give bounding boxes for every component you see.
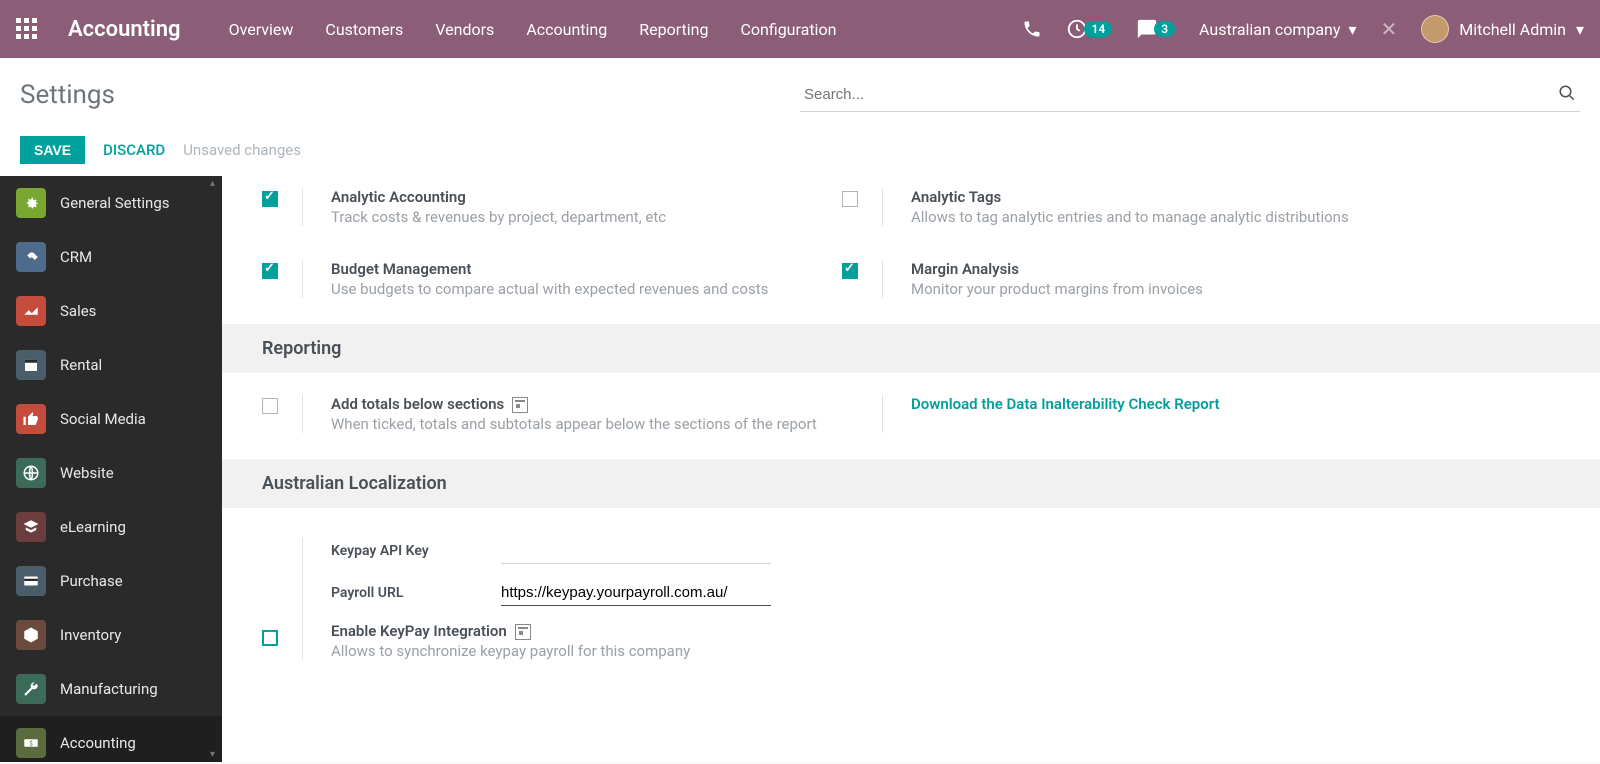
sidebar-item-website[interactable]: Website bbox=[0, 446, 222, 500]
sidebar-item-label: Purchase bbox=[60, 572, 123, 590]
settings-sidebar[interactable]: ▴ ▾ General Settings CRM Sales Rental Social… bbox=[0, 176, 222, 762]
sidebar-item-label: General Settings bbox=[60, 194, 170, 212]
scroll-down-icon[interactable]: ▾ bbox=[210, 749, 220, 760]
checkbox-totals-below[interactable] bbox=[262, 398, 278, 414]
building-icon bbox=[515, 624, 531, 640]
checkbox-budget-management[interactable] bbox=[262, 263, 278, 279]
thumb-icon bbox=[16, 404, 46, 434]
checkbox-margin-analysis[interactable] bbox=[842, 263, 858, 279]
box-icon bbox=[16, 620, 46, 650]
messages-badge: 3 bbox=[1154, 21, 1175, 37]
sidebar-item-elearning[interactable]: eLearning bbox=[0, 500, 222, 554]
setting-label: Budget Management bbox=[331, 260, 768, 278]
sidebar-item-general-settings[interactable]: General Settings bbox=[0, 176, 222, 230]
debug-icon[interactable]: ✕ bbox=[1380, 17, 1397, 41]
sidebar-item-label: eLearning bbox=[60, 518, 126, 536]
sidebar-item-social-media[interactable]: Social Media bbox=[0, 392, 222, 446]
section-au-localization: Australian Localization bbox=[222, 459, 1600, 508]
sidebar-item-crm[interactable]: CRM bbox=[0, 230, 222, 284]
user-menu[interactable]: Mitchell Admin ▾ bbox=[1421, 15, 1584, 43]
setting-desc: Monitor your product margins from invoic… bbox=[911, 280, 1203, 298]
sidebar-item-label: Rental bbox=[60, 356, 102, 374]
activities-badge: 14 bbox=[1084, 21, 1112, 37]
nav-customers[interactable]: Customers bbox=[325, 20, 403, 39]
setting-label: Margin Analysis bbox=[911, 260, 1203, 278]
money-icon: $ bbox=[16, 728, 46, 758]
handshake-icon bbox=[16, 242, 46, 272]
phone-icon[interactable] bbox=[1022, 19, 1042, 39]
globe-icon bbox=[16, 458, 46, 488]
setting-label: Analytic Accounting bbox=[331, 188, 666, 206]
save-button[interactable]: SAVE bbox=[20, 136, 85, 164]
page-title: Settings bbox=[20, 80, 115, 110]
top-nav: Overview Customers Vendors Accounting Re… bbox=[229, 20, 837, 39]
nav-reporting[interactable]: Reporting bbox=[639, 20, 708, 39]
scroll-up-icon[interactable]: ▴ bbox=[210, 178, 220, 189]
search-icon[interactable] bbox=[1558, 84, 1576, 102]
sidebar-item-label: Sales bbox=[60, 302, 96, 320]
activities-icon[interactable]: 14 bbox=[1066, 18, 1112, 40]
sidebar-item-manufacturing[interactable]: Manufacturing bbox=[0, 662, 222, 716]
api-key-label: Keypay API Key bbox=[331, 543, 481, 559]
nav-overview[interactable]: Overview bbox=[229, 20, 294, 39]
chart-icon bbox=[16, 296, 46, 326]
cap-icon bbox=[16, 512, 46, 542]
avatar bbox=[1421, 15, 1449, 43]
payroll-url-input[interactable] bbox=[501, 580, 771, 606]
api-key-input[interactable] bbox=[501, 538, 771, 564]
settings-main[interactable]: Analytic Accounting Track costs & revenu… bbox=[222, 176, 1600, 762]
setting-desc: Allows to tag analytic entries and to ma… bbox=[911, 208, 1349, 226]
apps-icon[interactable] bbox=[16, 18, 38, 40]
setting-label: Enable KeyPay Integration bbox=[331, 622, 1031, 640]
setting-desc: When ticked, totals and subtotals appear… bbox=[331, 415, 817, 433]
checkbox-keypay-enable[interactable] bbox=[262, 630, 278, 646]
sidebar-item-label: CRM bbox=[60, 248, 92, 266]
nav-vendors[interactable]: Vendors bbox=[435, 20, 494, 39]
setting-desc: Use budgets to compare actual with expec… bbox=[331, 280, 768, 298]
setting-label: Add totals below sections bbox=[331, 395, 817, 413]
sidebar-item-purchase[interactable]: Purchase bbox=[0, 554, 222, 608]
payroll-url-label: Payroll URL bbox=[331, 585, 481, 601]
sidebar-item-sales[interactable]: Sales bbox=[0, 284, 222, 338]
section-reporting: Reporting bbox=[222, 324, 1600, 373]
sidebar-item-label: Inventory bbox=[60, 626, 121, 644]
gear-icon bbox=[16, 188, 46, 218]
download-report-link[interactable]: Download the Data Inalterability Check R… bbox=[911, 395, 1220, 413]
sidebar-item-rental[interactable]: Rental bbox=[0, 338, 222, 392]
brand-title[interactable]: Accounting bbox=[68, 17, 181, 42]
unsaved-label: Unsaved changes bbox=[183, 141, 301, 159]
sidebar-item-inventory[interactable]: Inventory bbox=[0, 608, 222, 662]
chevron-down-icon: ▾ bbox=[1576, 20, 1584, 39]
setting-desc: Allows to synchronize keypay payroll for… bbox=[331, 642, 1031, 660]
setting-label: Analytic Tags bbox=[911, 188, 1349, 206]
nav-accounting[interactable]: Accounting bbox=[526, 20, 607, 39]
calendar-icon bbox=[16, 350, 46, 380]
company-selector[interactable]: Australian company ▾ bbox=[1199, 20, 1356, 39]
building-icon bbox=[512, 397, 528, 413]
chevron-down-icon: ▾ bbox=[1348, 20, 1356, 39]
sidebar-item-label: Website bbox=[60, 464, 114, 482]
wrench-icon bbox=[16, 674, 46, 704]
sidebar-item-label: Social Media bbox=[60, 410, 146, 428]
checkbox-analytic-tags[interactable] bbox=[842, 191, 858, 207]
setting-desc: Track costs & revenues by project, depar… bbox=[331, 208, 666, 226]
sidebar-item-label: Accounting bbox=[60, 734, 136, 752]
messages-icon[interactable]: 3 bbox=[1136, 18, 1175, 40]
discard-button[interactable]: DISCARD bbox=[103, 141, 165, 159]
sidebar-item-label: Manufacturing bbox=[60, 680, 158, 698]
card-icon bbox=[16, 566, 46, 596]
nav-configuration[interactable]: Configuration bbox=[740, 20, 836, 39]
checkbox-analytic-accounting[interactable] bbox=[262, 191, 278, 207]
sidebar-item-accounting[interactable]: $ Accounting bbox=[0, 716, 222, 762]
search-input[interactable] bbox=[800, 78, 1580, 112]
